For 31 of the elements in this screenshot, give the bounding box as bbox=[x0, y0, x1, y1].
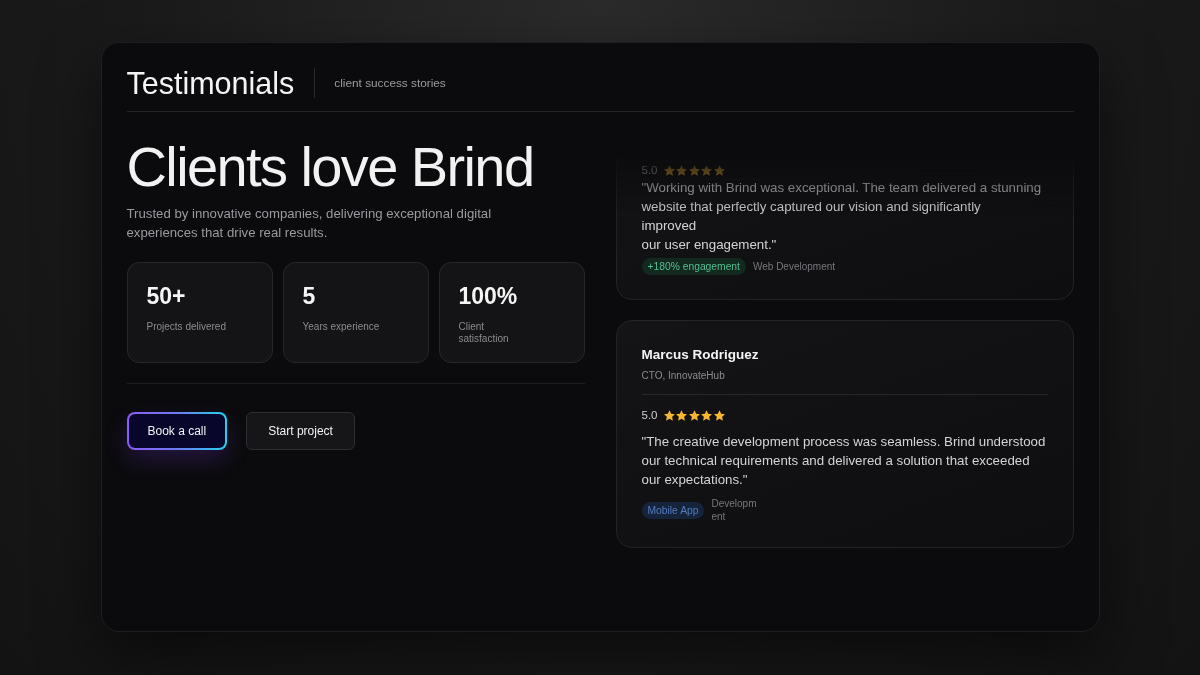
star-icon bbox=[701, 164, 712, 176]
star-icon bbox=[688, 409, 700, 421]
stat-value: 50+ bbox=[146, 283, 187, 309]
headline: Clients love Brind bbox=[126, 136, 535, 198]
author-name: Marcus Rodriguez bbox=[641, 347, 759, 363]
stat-label: Years experience bbox=[302, 321, 381, 333]
category-label: Development bbox=[711, 497, 758, 523]
star-icon bbox=[688, 164, 700, 176]
star-icon bbox=[663, 164, 675, 176]
stat-label: Client satisfaction bbox=[458, 321, 510, 345]
stat-label: Projects delivered bbox=[146, 321, 227, 333]
testimonial-quote: "The creative development process was seamless. Brind understood our technical requirements and delivered a solution that exceeded our expectations." bbox=[641, 433, 1047, 489]
category-label: Web Development bbox=[752, 260, 836, 273]
star-icon bbox=[663, 409, 675, 421]
secondary-button[interactable]: Start project bbox=[246, 412, 355, 450]
stat-value: 100% bbox=[458, 283, 519, 309]
page-title: Testimonials bbox=[126, 68, 295, 98]
star-icon bbox=[676, 164, 687, 176]
page-subtitle: client success stories bbox=[334, 76, 446, 90]
hero-description: Trusted by innovative companies, delivering exceptional digital experiences that drive real results. bbox=[126, 205, 493, 242]
stat-value: 5 bbox=[302, 283, 317, 309]
author-role: CTO, InnovateHub bbox=[641, 369, 725, 383]
testimonial-quote: "Working with Brind was exceptional. The team delivered a stunning website that perfectly captured our vision and significantly improved our user engagement." bbox=[641, 179, 1043, 254]
primary-button[interactable]: Book a call bbox=[126, 412, 228, 450]
rating-value: 5.0 bbox=[641, 409, 658, 421]
metric-tag: +180% engagement bbox=[641, 258, 746, 275]
star-icon bbox=[713, 164, 725, 176]
star-icon bbox=[713, 409, 725, 421]
metric-tag: Mobile App bbox=[641, 501, 705, 519]
star-icon bbox=[676, 409, 687, 421]
star-icon bbox=[701, 409, 712, 421]
